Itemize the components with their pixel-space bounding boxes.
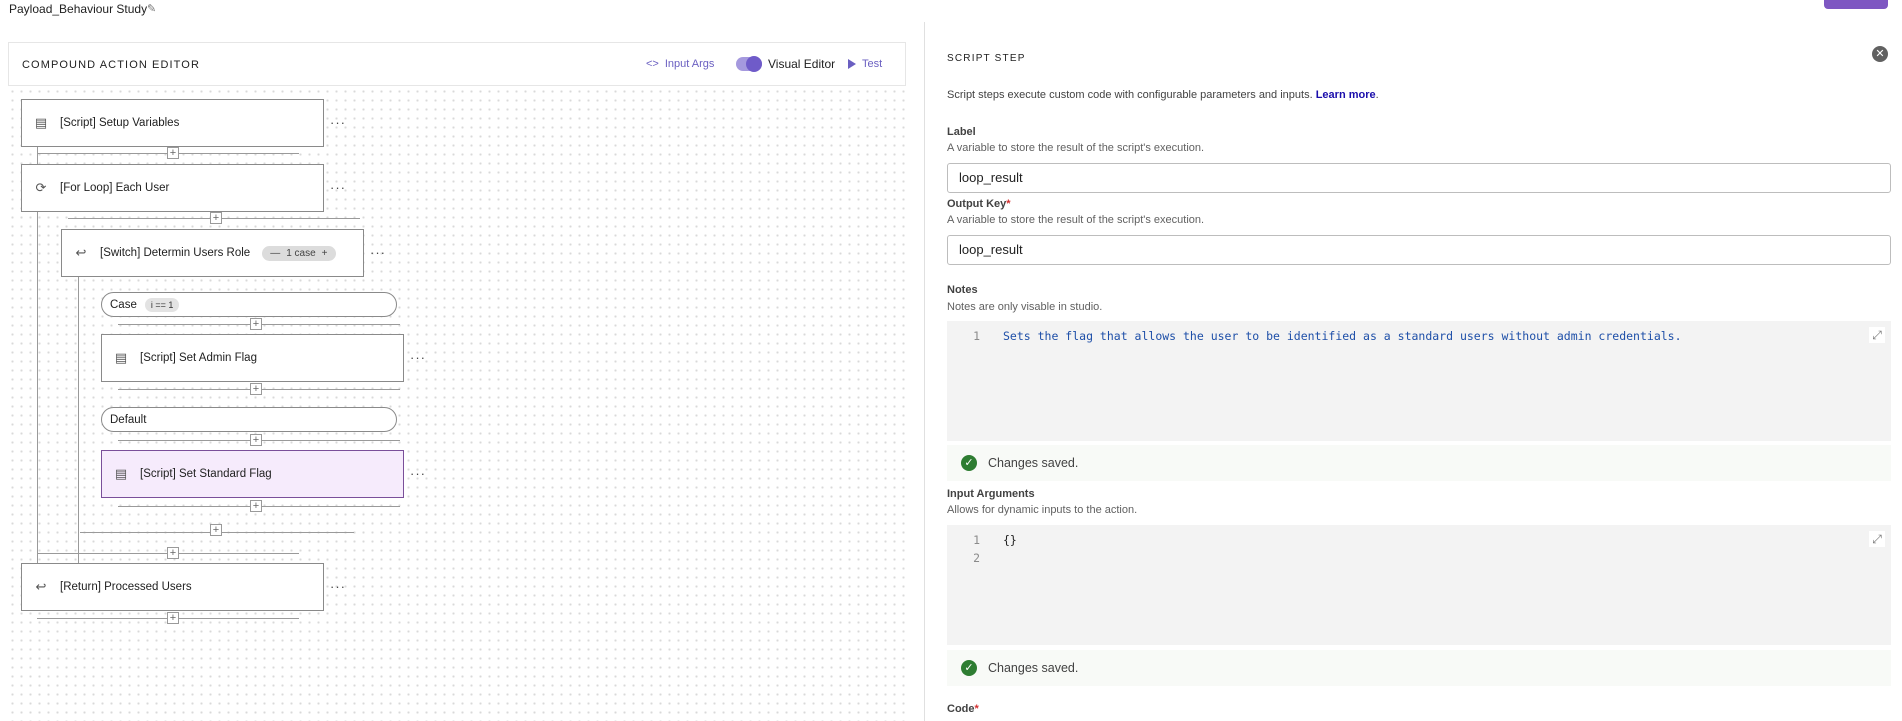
node-label: [Script] Set Admin Flag — [140, 352, 257, 364]
connector-line — [37, 146, 38, 598]
add-step-button[interactable]: + — [250, 383, 262, 395]
case-branch[interactable]: Case i == 1 — [101, 292, 397, 317]
node-set-admin-flag[interactable]: ▤ [Script] Set Admin Flag — [101, 334, 404, 382]
default-label: Default — [110, 413, 147, 426]
node-menu-button[interactable]: ··· — [330, 115, 346, 130]
document-title[interactable]: Payload_Behaviour Study — [9, 2, 147, 16]
loop-icon: ⟳ — [35, 180, 47, 195]
node-return[interactable]: ↩ [Return] Processed Users — [21, 563, 324, 611]
add-step-button[interactable]: + — [167, 147, 179, 159]
case-count-badge: — 1 case + — [262, 245, 336, 261]
return-arrow-icon: ↩ — [35, 579, 47, 594]
label-field-help: A variable to store the result of the sc… — [947, 142, 1205, 154]
visual-editor-toggle[interactable]: Visual Editor — [736, 56, 836, 72]
editor-title: COMPOUND ACTION EDITOR — [22, 59, 201, 71]
node-menu-button[interactable]: ··· — [410, 466, 426, 481]
output-key-input[interactable]: loop_result — [947, 235, 1891, 265]
saved-text: Changes saved. — [988, 456, 1079, 470]
check-circle-icon: ✓ — [961, 660, 977, 676]
input-arguments-help: Allows for dynamic inputs to the action. — [947, 504, 1138, 516]
notes-line[interactable]: Sets the flag that allows the user to be… — [1003, 329, 1682, 343]
label-input[interactable]: loop_result — [947, 163, 1891, 193]
code-field-title: Code* — [947, 703, 979, 715]
intro-text: Script steps execute custom code with co… — [947, 89, 1316, 101]
node-label: [Switch] Determin Users Role — [100, 247, 251, 259]
line-number: 1 — [973, 329, 980, 343]
code-brackets-icon: <> — [646, 58, 659, 70]
output-key-title-text: Output Key — [947, 198, 1007, 210]
test-button[interactable]: Test — [848, 58, 882, 70]
case-count: 1 case — [286, 247, 316, 259]
case-condition: i == 1 — [144, 297, 180, 312]
check-circle-icon: ✓ — [961, 455, 977, 471]
script-step-panel: SCRIPT STEP ✕ Script steps execute custo… — [925, 22, 1902, 721]
input-arguments-editor[interactable]: 1 {} 2 ⤢ — [947, 525, 1891, 645]
notes-field-help: Notes are only visable in studio. — [947, 301, 1103, 313]
default-branch[interactable]: Default — [101, 407, 397, 432]
add-step-button[interactable]: + — [250, 500, 262, 512]
editor-header: COMPOUND ACTION EDITOR <> Input Args Vis… — [8, 42, 906, 86]
script-icon: ▤ — [34, 115, 48, 130]
required-marker: * — [1006, 198, 1011, 210]
minus-icon[interactable]: — — [270, 248, 280, 259]
pencil-icon[interactable]: ✎ — [147, 2, 156, 15]
notes-editor[interactable]: 1 Sets the flag that allows the user to … — [947, 321, 1891, 441]
toggle-switch[interactable] — [736, 56, 762, 72]
notes-field-title: Notes — [947, 284, 978, 296]
node-menu-button[interactable]: ··· — [370, 245, 386, 260]
add-step-button[interactable]: + — [250, 318, 262, 330]
switch-arrow-icon: ↩ — [75, 245, 87, 260]
add-step-button[interactable]: + — [167, 547, 179, 559]
node-setup-variables[interactable]: ▤ [Script] Setup Variables — [21, 99, 324, 147]
expand-icon[interactable]: ⤢ — [1869, 327, 1885, 343]
node-set-standard-flag[interactable]: ▤ [Script] Set Standard Flag — [101, 450, 404, 498]
add-step-button[interactable]: + — [250, 434, 262, 446]
learn-more-link[interactable]: Learn more — [1316, 89, 1376, 101]
visual-editor-label: Visual Editor — [768, 57, 836, 71]
play-icon — [848, 59, 856, 69]
output-key-field-title: Output Key* — [947, 198, 1011, 210]
code-title-text: Code — [947, 703, 975, 715]
node-label: [Script] Set Standard Flag — [140, 468, 272, 480]
args-saved-status: ✓ Changes saved. — [947, 650, 1891, 686]
script-icon: ▤ — [114, 466, 128, 481]
top-action-button[interactable] — [1824, 0, 1888, 9]
add-step-button[interactable]: + — [167, 612, 179, 624]
node-label: [Script] Setup Variables — [60, 117, 180, 129]
panel-title: SCRIPT STEP — [947, 53, 1026, 64]
line-number: 2 — [973, 551, 980, 565]
expand-icon[interactable]: ⤢ — [1869, 531, 1885, 547]
args-line[interactable]: {} — [1003, 533, 1017, 547]
close-icon[interactable]: ✕ — [1872, 46, 1888, 62]
plus-icon[interactable]: + — [322, 248, 328, 259]
add-step-button[interactable]: + — [210, 212, 222, 224]
node-switch[interactable]: ↩ [Switch] Determin Users Role — 1 case … — [61, 229, 364, 277]
input-arguments-title: Input Arguments — [947, 488, 1035, 500]
script-icon: ▤ — [114, 350, 128, 365]
panel-description: Script steps execute custom code with co… — [947, 89, 1379, 101]
connector-line — [78, 268, 79, 577]
intro-end: . — [1375, 89, 1379, 101]
compound-action-editor: COMPOUND ACTION EDITOR <> Input Args Vis… — [8, 42, 906, 721]
case-label: Case — [110, 298, 137, 311]
add-step-button[interactable]: + — [210, 524, 222, 536]
input-args-label: Input Args — [664, 58, 715, 70]
node-menu-button[interactable]: ··· — [330, 180, 346, 195]
output-key-field-help: A variable to store the result of the sc… — [947, 214, 1205, 226]
input-args-button[interactable]: <> Input Args — [646, 58, 714, 70]
top-bar: Payload_Behaviour Study ✎ — [0, 0, 924, 18]
node-label: [Return] Processed Users — [60, 581, 192, 593]
node-label: [For Loop] Each User — [60, 182, 170, 194]
node-menu-button[interactable]: ··· — [330, 579, 346, 594]
saved-text: Changes saved. — [988, 661, 1079, 675]
test-label: Test — [862, 58, 883, 70]
required-marker: * — [974, 703, 979, 715]
node-menu-button[interactable]: ··· — [410, 350, 426, 365]
label-field-title: Label — [947, 126, 976, 138]
line-number: 1 — [973, 533, 980, 547]
notes-saved-status: ✓ Changes saved. — [947, 445, 1891, 481]
node-for-loop[interactable]: ⟳ [For Loop] Each User — [21, 164, 324, 212]
